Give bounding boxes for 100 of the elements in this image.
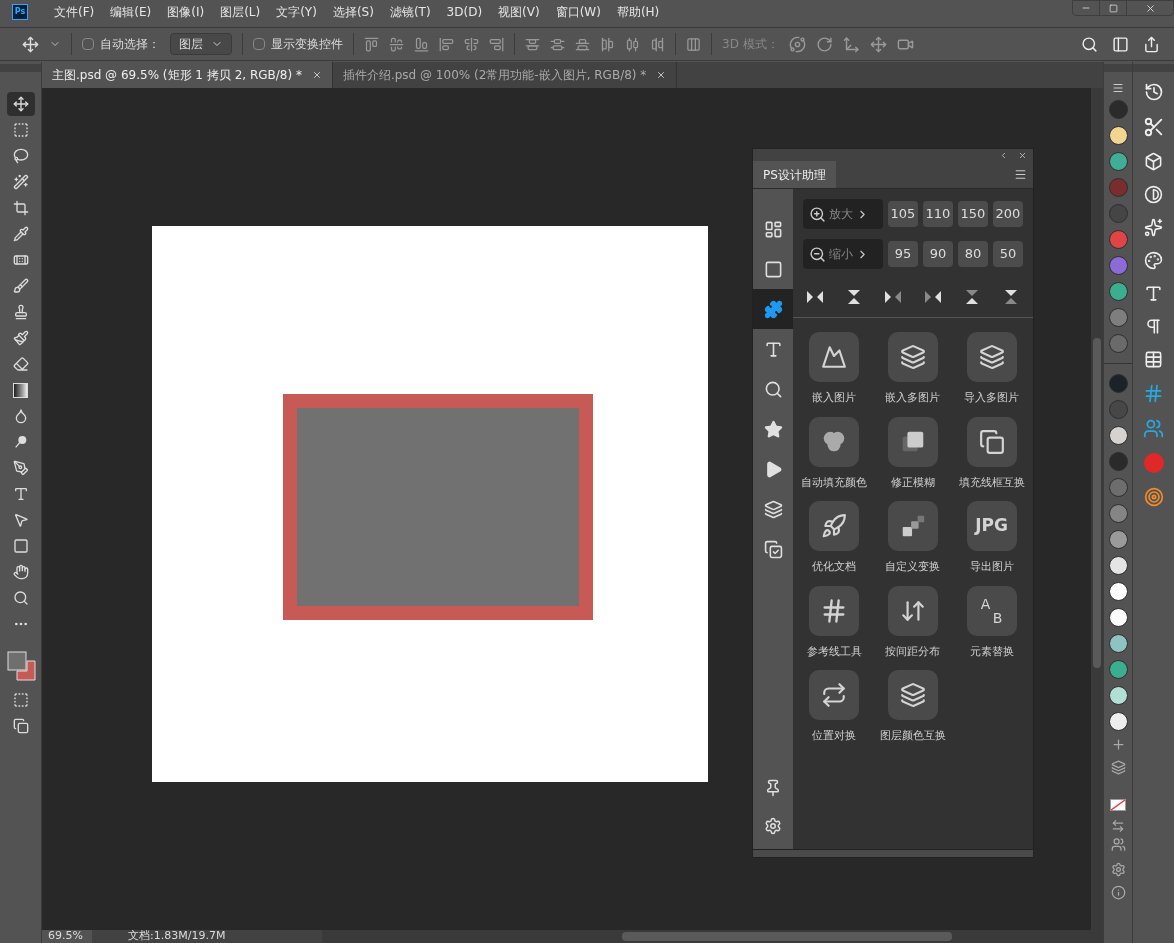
align-triangle-icon[interactable] — [883, 289, 904, 305]
color-swatch[interactable] — [1108, 308, 1128, 327]
color-swatch[interactable] — [1108, 660, 1128, 679]
action-button[interactable]: 按间距分布 — [873, 585, 953, 660]
zoom-preset[interactable]: 105 — [888, 201, 918, 227]
document-tab[interactable]: 主图.psd @ 69.5% (矩形 1 拷贝 2, RGB/8) * — [42, 62, 333, 88]
zoom-preset[interactable]: 50 — [993, 241, 1023, 267]
share-icon[interactable] — [1143, 35, 1160, 53]
color-swatch[interactable] — [1108, 530, 1128, 549]
zoom-button[interactable]: 缩小 — [803, 239, 883, 269]
foreground-color[interactable] — [7, 651, 26, 671]
hash-icon[interactable] — [1143, 383, 1164, 404]
action-button[interactable]: 自定义变换 — [873, 501, 953, 576]
distribute-icon[interactable] — [525, 36, 540, 52]
screen-mode-icon[interactable] — [12, 718, 29, 734]
action-button[interactable]: 填充线框互换 — [952, 416, 1031, 491]
align-triangle-icon[interactable] — [922, 289, 943, 305]
orbit-icon[interactable] — [788, 35, 806, 53]
menu-item[interactable]: 编辑(E) — [104, 3, 158, 21]
align-icon[interactable] — [389, 36, 404, 52]
menu-item[interactable]: 选择(S) — [326, 3, 380, 21]
zoom-preset[interactable]: 95 — [888, 241, 918, 267]
pin-icon[interactable] — [764, 779, 782, 797]
color-swatch[interactable] — [1108, 178, 1128, 197]
people-icon[interactable] — [1143, 418, 1164, 439]
table-icon[interactable] — [1144, 350, 1163, 369]
zoom-preset[interactable]: 110 — [923, 201, 953, 227]
align-icon[interactable] — [464, 36, 479, 52]
show-transform-checkbox[interactable] — [253, 38, 265, 50]
menu-item[interactable]: 3D(D) — [440, 3, 489, 21]
distribute-icon[interactable] — [600, 36, 615, 52]
color-swatch[interactable] — [1108, 426, 1128, 445]
color-swatch[interactable] — [1108, 478, 1128, 497]
zoom-preset[interactable]: 90 — [923, 241, 953, 267]
action-button[interactable]: 位置对换 — [795, 670, 874, 745]
menu-item[interactable]: 文件(F) — [48, 3, 101, 21]
auto-align-icon[interactable] — [686, 36, 701, 52]
zoom-preset[interactable]: 200 — [993, 201, 1023, 227]
panel-tab[interactable]: PS设计助理 — [753, 161, 836, 188]
move-3d-icon[interactable] — [842, 35, 860, 53]
history-icon[interactable] — [1143, 82, 1164, 102]
resize-grip[interactable] — [753, 849, 1033, 857]
target-dropdown[interactable]: 图层 — [170, 33, 232, 55]
color-swatch[interactable] — [1108, 230, 1128, 249]
color-swatch[interactable] — [1108, 452, 1128, 471]
menu-item[interactable]: 文字(Y) — [270, 3, 323, 21]
no-color-icon[interactable] — [1110, 799, 1126, 811]
box-icon[interactable] — [1144, 152, 1163, 171]
move-tool-icon[interactable] — [22, 35, 39, 53]
contrast-icon[interactable] — [1144, 185, 1163, 204]
align-icon[interactable] — [414, 36, 429, 52]
color-swatch[interactable] — [1108, 334, 1128, 353]
color-swatch[interactable] — [1108, 504, 1128, 523]
color-swatch[interactable] — [1108, 582, 1128, 601]
zoom-preset[interactable]: 150 — [958, 201, 988, 227]
people-icon[interactable] — [1110, 837, 1126, 852]
color-swatch[interactable] — [1108, 256, 1128, 275]
action-button[interactable]: 自动填充颜色 — [795, 416, 874, 491]
collapse-icon[interactable] — [999, 150, 1008, 160]
distribute-icon[interactable] — [550, 36, 565, 52]
align-icon[interactable] — [489, 36, 504, 52]
color-swatch[interactable] — [1108, 556, 1128, 575]
color-swatch[interactable] — [1108, 686, 1128, 705]
close-icon[interactable] — [1018, 150, 1027, 160]
zoom-preset[interactable]: 80 — [958, 241, 988, 267]
action-button[interactable]: 优化文档 — [795, 501, 874, 576]
plus-icon[interactable] — [1110, 737, 1126, 752]
color-swatch[interactable] — [1108, 634, 1128, 653]
swap-icon[interactable] — [1111, 819, 1125, 833]
workspace-icon[interactable] — [1112, 35, 1129, 53]
menu-item[interactable]: 帮助(H) — [610, 3, 666, 21]
menu-icon[interactable] — [1014, 168, 1027, 181]
action-button[interactable]: 修正模糊 — [873, 416, 953, 491]
settings-icon[interactable] — [1110, 862, 1126, 877]
layers-icon[interactable] — [1110, 760, 1126, 775]
action-button[interactable]: 嵌入图片 — [795, 332, 874, 407]
search-icon[interactable] — [1081, 35, 1098, 53]
menu-item[interactable]: 图层(L) — [214, 3, 267, 21]
action-button[interactable]: 图层颜色互换 — [873, 670, 953, 745]
color-swatch[interactable] — [1108, 400, 1128, 419]
align-icon[interactable] — [364, 36, 379, 52]
action-button[interactable]: 参考线工具 — [795, 585, 874, 660]
target-icon[interactable] — [1143, 487, 1164, 507]
color-swatch[interactable] — [1108, 374, 1128, 393]
action-button[interactable]: 嵌入多图片 — [873, 332, 953, 407]
menu-item[interactable]: 视图(V) — [492, 3, 546, 21]
distribute-icon[interactable] — [575, 36, 590, 52]
type-icon[interactable] — [1144, 284, 1163, 303]
menu-icon[interactable] — [1112, 82, 1124, 94]
quick-mask-icon[interactable] — [12, 692, 29, 708]
action-button[interactable]: JPG 导出图片 — [952, 501, 1031, 576]
rotate-icon[interactable] — [815, 35, 833, 53]
scissors-icon[interactable] — [1142, 116, 1165, 138]
color-swatch[interactable] — [1108, 608, 1128, 627]
color-swatch[interactable] — [1108, 712, 1128, 731]
action-button[interactable]: 导入多图片 — [952, 332, 1031, 407]
align-icon[interactable] — [439, 36, 454, 52]
scrollbar-thumb[interactable] — [1093, 338, 1101, 668]
scrollbar-thumb[interactable] — [622, 932, 952, 941]
menu-item[interactable]: 滤镜(T) — [383, 3, 437, 21]
